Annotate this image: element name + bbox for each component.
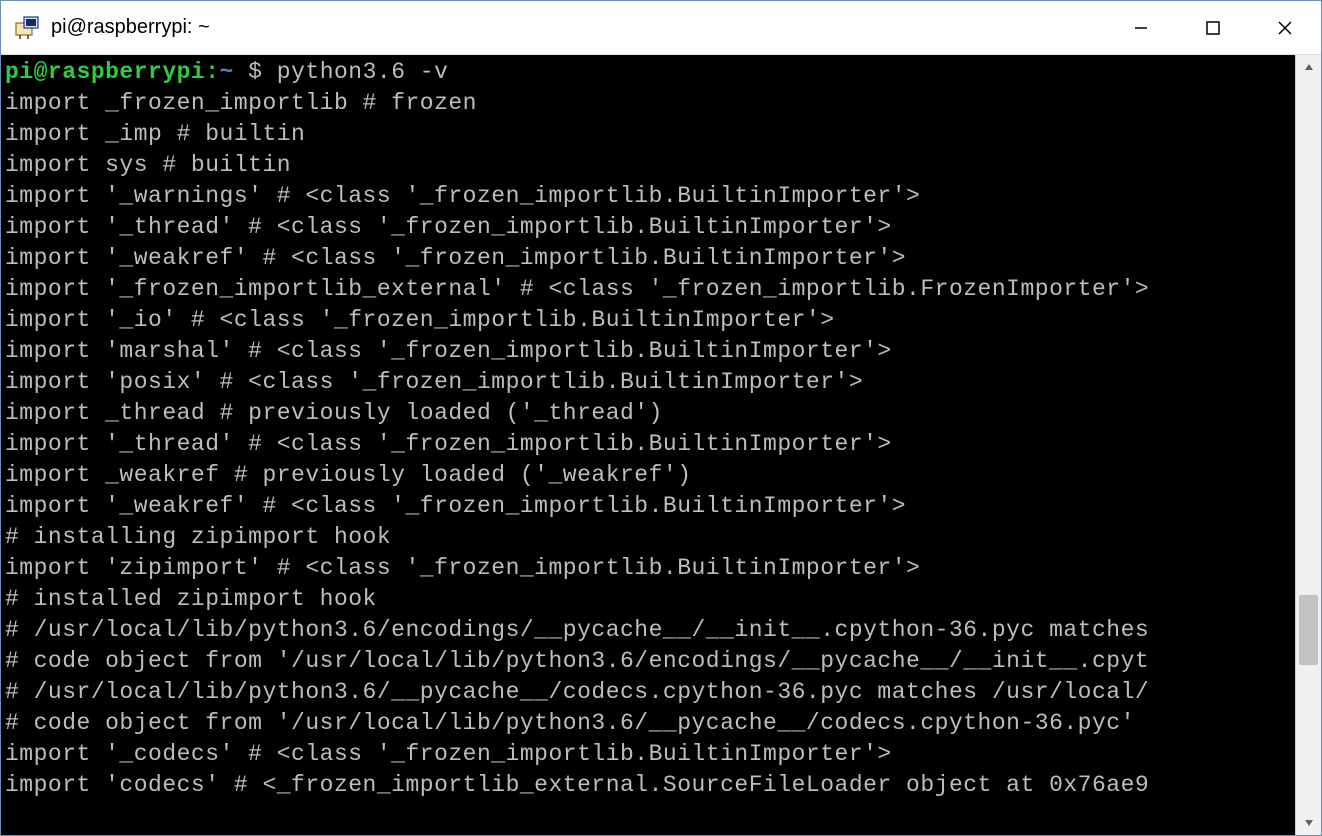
prompt-path: ~ [220,59,234,85]
terminal-line: # installed zipimport hook [5,584,1295,615]
terminal-line: import '_warnings' # <class '_frozen_imp… [5,181,1295,212]
terminal-line: # /usr/local/lib/python3.6/encodings/__p… [5,615,1295,646]
terminal-line: # code object from '/usr/local/lib/pytho… [5,646,1295,677]
terminal-line: import '_weakref' # <class '_frozen_impo… [5,243,1295,274]
minimize-button[interactable] [1105,1,1177,54]
terminal-line: import _frozen_importlib # frozen [5,88,1295,119]
terminal-output[interactable]: pi@raspberrypi:~ $ python3.6 -vimport _f… [1,55,1295,835]
prompt-user: pi@raspberrypi [5,59,205,85]
terminal-line: # installing zipimport hook [5,522,1295,553]
terminal-line: import sys # builtin [5,150,1295,181]
maximize-button[interactable] [1177,1,1249,54]
terminal-line: import '_io' # <class '_frozen_importlib… [5,305,1295,336]
terminal-line: import '_thread' # <class '_frozen_impor… [5,212,1295,243]
scrollbar[interactable] [1295,55,1321,835]
prompt-colon: : [205,59,219,85]
terminal-line: import _imp # builtin [5,119,1295,150]
terminal-line: # code object from '/usr/local/lib/pytho… [5,708,1295,739]
terminal-line: import '_weakref' # <class '_frozen_impo… [5,491,1295,522]
terminal-line: import '_thread' # <class '_frozen_impor… [5,429,1295,460]
terminal-line: import 'codecs' # <_frozen_importlib_ext… [5,770,1295,801]
window-title: pi@raspberrypi: ~ [51,16,1105,39]
window-controls [1105,1,1321,54]
prompt-line: pi@raspberrypi:~ $ python3.6 -v [5,57,1295,88]
terminal-line: import _weakref # previously loaded ('_w… [5,460,1295,491]
terminal-line: import 'zipimport' # <class '_frozen_imp… [5,553,1295,584]
terminal-wrap: pi@raspberrypi:~ $ python3.6 -vimport _f… [1,55,1321,835]
scroll-up-button[interactable] [1296,55,1321,79]
terminal-line: import 'posix' # <class '_frozen_importl… [5,367,1295,398]
scroll-down-button[interactable] [1296,811,1321,835]
scroll-thumb[interactable] [1299,595,1318,665]
prompt-dollar: $ [234,59,277,85]
terminal-line: import _thread # previously loaded ('_th… [5,398,1295,429]
putty-icon [13,14,41,42]
window-titlebar: pi@raspberrypi: ~ [1,1,1321,55]
command-text: python3.6 -v [277,59,449,85]
close-button[interactable] [1249,1,1321,54]
terminal-line: # /usr/local/lib/python3.6/__pycache__/c… [5,677,1295,708]
terminal-line: import '_frozen_importlib_external' # <c… [5,274,1295,305]
terminal-line: import '_codecs' # <class '_frozen_impor… [5,739,1295,770]
terminal-line: import 'marshal' # <class '_frozen_impor… [5,336,1295,367]
